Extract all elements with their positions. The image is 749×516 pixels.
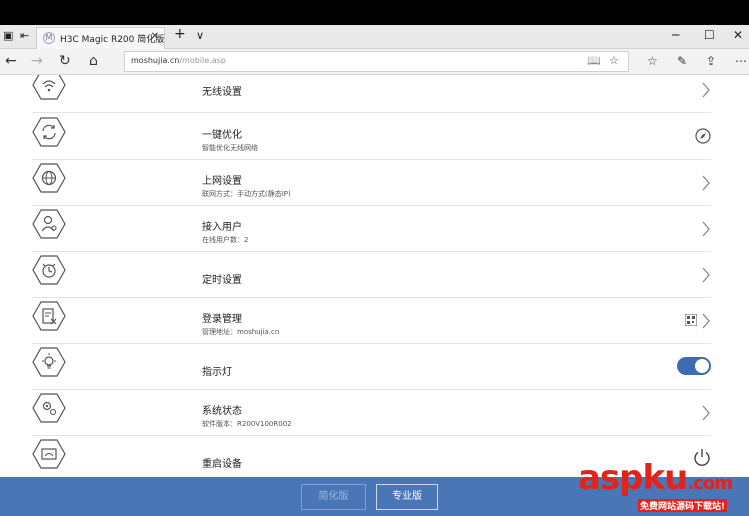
tab-dropdown-icon[interactable]: ∨ [196, 29, 204, 42]
watermark-tld: .com [687, 473, 733, 494]
alarm-clock-icon [32, 255, 66, 285]
item-label: 系统状态 [202, 406, 242, 417]
browser-tab-bar: ▣ ⇤ M H3C Magic R200 简化版 ✕ + ∨ ─ ☐ ✕ [0, 25, 749, 49]
item-label: 重启设备 [202, 459, 242, 470]
restart-device-icon [32, 439, 66, 469]
toggle-knob [695, 359, 709, 373]
web-note-icon[interactable]: ✎ [677, 54, 687, 68]
watermark-tagline: 免费网站源码下载站! [638, 499, 728, 512]
item-label: 接入用户 [202, 222, 242, 233]
list-item-optimize[interactable]: 一键优化 智能优化无线网络 [32, 114, 711, 160]
browser-tab[interactable]: M H3C Magic R200 简化版 ✕ [36, 27, 165, 49]
list-item-wireless[interactable]: 无线设置 [32, 75, 711, 113]
gear-icon [32, 393, 66, 423]
chevron-right-icon [702, 405, 710, 420]
maximize-icon[interactable]: ☐ [704, 28, 715, 42]
settings-list: 无线设置 一键优化 智能优化无线网络 上网设置 联网方式：手动方式(静态IP) [0, 75, 749, 477]
home-icon[interactable]: ⌂ [89, 53, 98, 69]
item-sub: 联网方式：手动方式(静态IP) [202, 190, 291, 198]
tab-list-icon[interactable]: ▣ [3, 29, 13, 42]
share-icon[interactable]: ⇪ [706, 54, 716, 68]
qr-code-icon[interactable] [685, 314, 697, 326]
item-label: 无线设置 [202, 87, 242, 98]
watermark: aspku.com 免费网站源码下载站! [578, 458, 749, 516]
indicator-light-toggle[interactable] [677, 357, 711, 375]
list-item-users[interactable]: 接入用户 在线用户数：2 [32, 206, 711, 252]
list-item-system-status[interactable]: 系统状态 软件版本：R200V100R002 [32, 390, 711, 436]
back-icon[interactable]: ← [5, 53, 17, 69]
reading-view-icon[interactable]: 📖 [587, 54, 601, 67]
more-icon[interactable]: ⋯ [735, 54, 747, 68]
tab-title: H3C Magic R200 简化版 [60, 35, 165, 45]
item-sub: 管理地址：moshujia.cn [202, 328, 280, 336]
favorite-star-icon[interactable]: ☆ [609, 54, 619, 67]
chevron-right-icon [702, 82, 710, 97]
favorites-hub-icon[interactable]: ☆ [647, 54, 658, 68]
simple-mode-button[interactable]: 简化版 [301, 484, 366, 510]
top-black-band [0, 0, 749, 25]
new-tab-icon[interactable]: + [174, 26, 186, 42]
item-sub: 智能优化无线网络 [202, 144, 258, 152]
list-item-timer[interactable]: 定时设置 [32, 252, 711, 298]
item-sub: 在线用户数：2 [202, 236, 249, 244]
url-host: moshujia.cn [131, 56, 180, 65]
chevron-right-icon [702, 313, 710, 328]
close-window-icon[interactable]: ✕ [733, 28, 743, 42]
list-item-internet[interactable]: 上网设置 联网方式：手动方式(静态IP) [32, 160, 711, 206]
watermark-logo: aspku.com [578, 458, 733, 498]
item-sub: 软件版本：R200V100R002 [202, 420, 292, 428]
light-bulb-icon [32, 347, 66, 377]
watermark-brand: aspku [578, 458, 688, 498]
chevron-right-icon [702, 221, 710, 236]
globe-icon [32, 163, 66, 193]
item-label: 上网设置 [202, 176, 242, 187]
item-label: 指示灯 [202, 367, 232, 378]
url-text: moshujia.cn/mobile.asp [131, 56, 226, 65]
item-label: 定时设置 [202, 275, 242, 286]
list-item-login-manage[interactable]: 登录管理 管理地址：moshujia.cn [32, 298, 711, 344]
url-path: /mobile.asp [179, 56, 226, 65]
chevron-right-icon [702, 175, 710, 190]
list-item-indicator-light: 指示灯 [32, 344, 711, 390]
forward-icon[interactable]: → [31, 53, 43, 69]
chevron-right-icon [702, 267, 710, 282]
refresh-cycle-icon [32, 117, 66, 147]
users-icon [32, 209, 66, 239]
minimize-icon[interactable]: ─ [672, 28, 679, 42]
refresh-icon[interactable]: ↻ [59, 53, 71, 69]
tab-favicon-icon: M [43, 32, 55, 44]
item-label: 登录管理 [202, 314, 242, 325]
item-label: 一键优化 [202, 130, 242, 141]
browser-address-bar: ← → ↻ ⌂ moshujia.cn/mobile.asp 📖 ☆ ☆ ✎ ⇪… [0, 49, 749, 75]
set-aside-tabs-icon[interactable]: ⇤ [20, 29, 29, 42]
compass-icon[interactable] [695, 128, 711, 144]
wifi-icon [32, 75, 66, 100]
url-field[interactable]: moshujia.cn/mobile.asp 📖 ☆ [124, 51, 629, 72]
login-manage-icon [32, 301, 66, 331]
close-tab-icon[interactable]: ✕ [151, 31, 159, 42]
pro-mode-button[interactable]: 专业版 [376, 484, 438, 510]
